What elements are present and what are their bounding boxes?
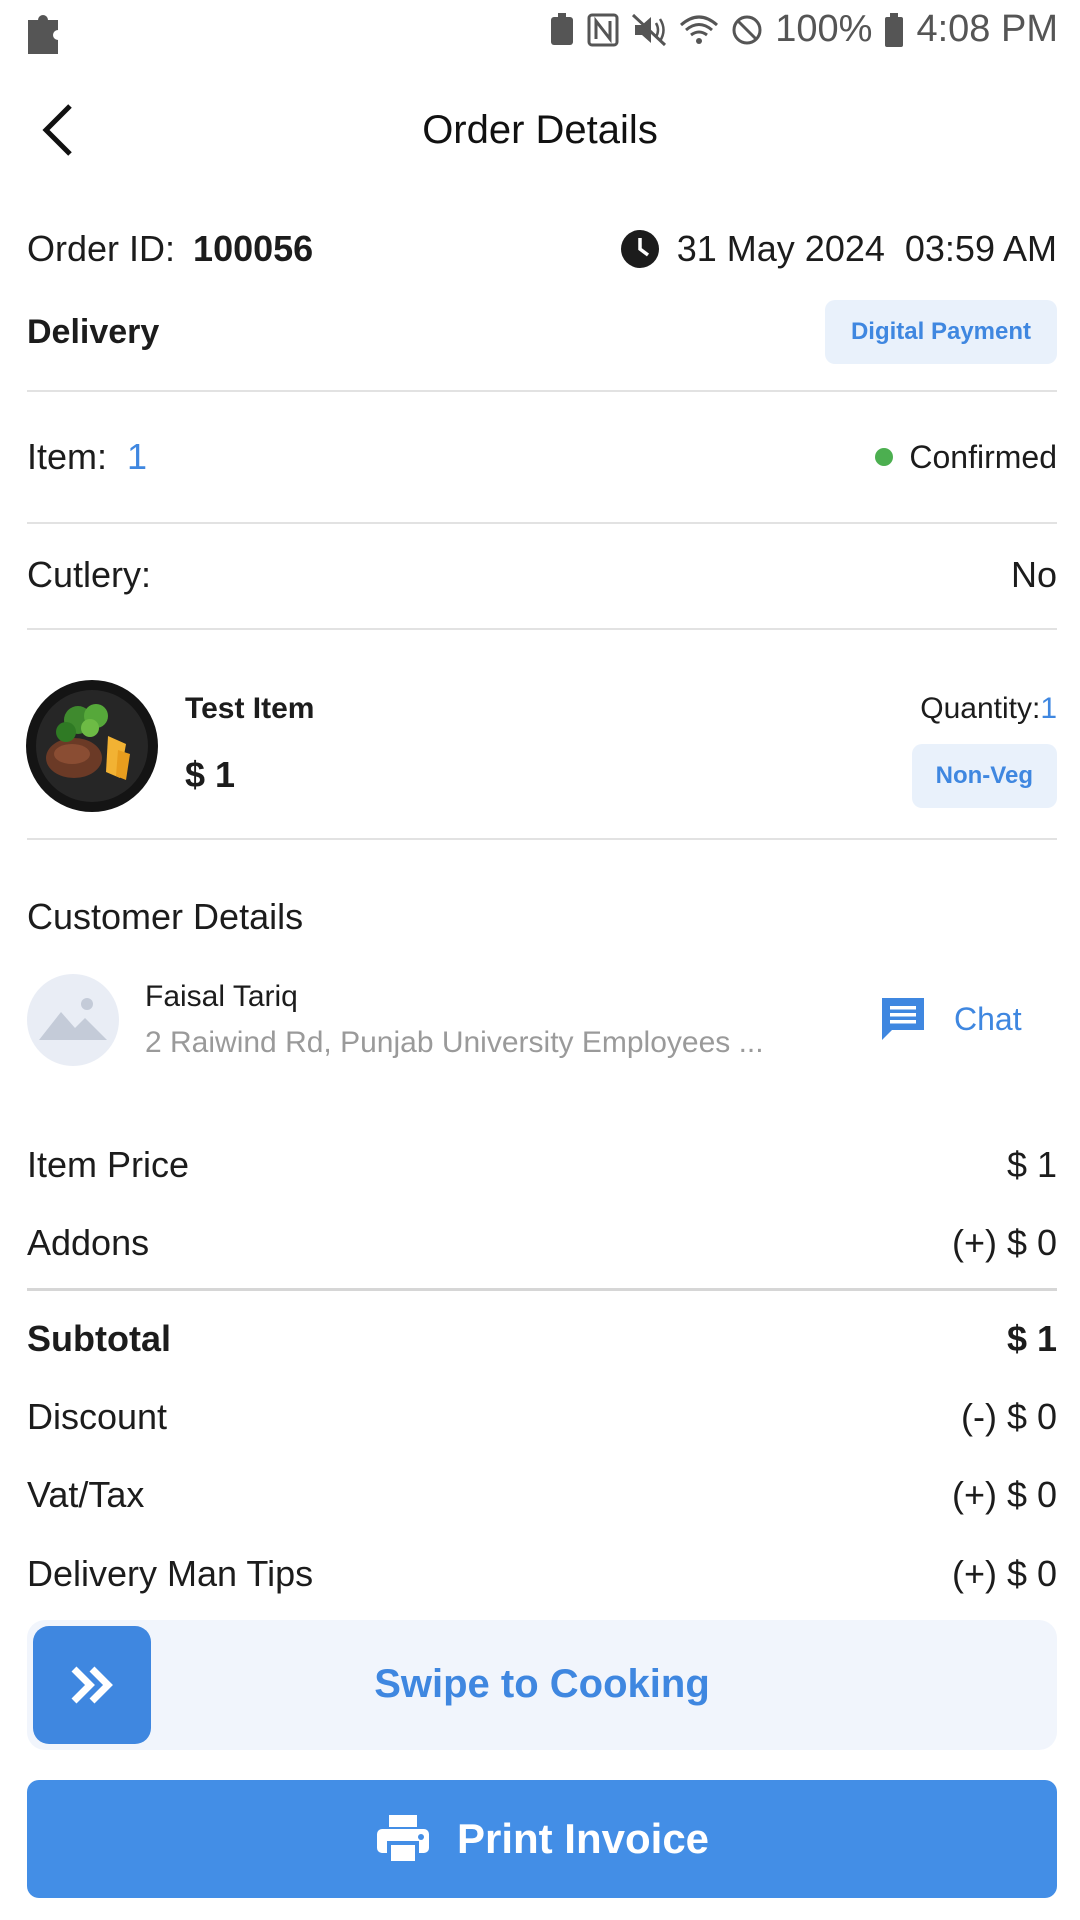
food-type-badge: Non-Veg	[911, 744, 1057, 808]
item-price-value: $ 1	[1006, 1144, 1057, 1185]
customer-name: Faisal Tariq	[145, 980, 298, 1013]
chat-button[interactable]: Chat	[878, 994, 1022, 1044]
order-id-value: 100056	[193, 228, 314, 269]
subtotal-value: $ 1	[1006, 1318, 1057, 1359]
tips-row: Delivery Man Tips (+) $ 0	[27, 1553, 1057, 1595]
top-app-bar: Order Details	[0, 64, 1080, 194]
order-type: Delivery	[27, 312, 160, 351]
wifi-icon	[680, 15, 719, 44]
item-quantity: Quantity:1	[920, 692, 1057, 726]
tips-value: (+) $ 0	[951, 1553, 1057, 1594]
do-not-disturb-icon	[732, 15, 762, 44]
battery-percent: 100%	[775, 8, 873, 50]
status-bar: 100% 4:08 PM	[0, 0, 1080, 64]
battery-icon	[885, 12, 904, 47]
subtotal-row: Subtotal $ 1	[27, 1318, 1057, 1360]
addons-label: Addons	[27, 1222, 150, 1263]
divider	[27, 522, 1057, 524]
printer-icon	[376, 1815, 429, 1865]
customer-address: 2 Raiwind Rd, Punjab University Employee…	[145, 1026, 764, 1059]
item-image	[26, 680, 158, 812]
nfc-icon	[587, 13, 619, 46]
vat-row: Vat/Tax (+) $ 0	[27, 1474, 1057, 1516]
quantity-value: 1	[1040, 692, 1057, 725]
swipe-label: Swipe to Cooking	[374, 1662, 710, 1706]
delivery-row: Delivery Digital Payment	[27, 300, 1057, 364]
addons-row: Addons (+) $ 0	[27, 1222, 1057, 1264]
item-count: 1	[127, 436, 148, 477]
item-price-row: Item Price $ 1	[27, 1144, 1057, 1186]
battery-saver-icon	[551, 12, 574, 45]
order-status: Confirmed	[909, 438, 1057, 475]
status-dot-icon	[875, 448, 894, 466]
payment-badge: Digital Payment	[824, 300, 1057, 364]
discount-row: Discount (-) $ 0	[27, 1396, 1057, 1438]
vat-value: (+) $ 0	[951, 1474, 1057, 1515]
app-notification-icon	[22, 10, 64, 61]
quantity-label: Quantity:	[920, 692, 1041, 725]
chat-label: Chat	[954, 1000, 1022, 1037]
item-label: Item:	[27, 436, 108, 477]
item-count-row: Item: 1 Confirmed	[27, 434, 1057, 480]
divider	[27, 390, 1057, 392]
item-price-label: Item Price	[27, 1144, 190, 1185]
tips-label: Delivery Man Tips	[27, 1553, 314, 1594]
item-name: Test Item	[185, 692, 315, 725]
order-id-label: Order ID:	[27, 228, 176, 269]
mute-icon	[632, 13, 667, 46]
addons-value: (+) $ 0	[951, 1222, 1057, 1263]
subtotal-label: Subtotal	[27, 1318, 171, 1359]
item-price: $ 1	[185, 754, 236, 795]
cutlery-value: No	[1010, 554, 1057, 595]
customer-avatar	[27, 974, 119, 1066]
divider	[27, 838, 1057, 840]
vat-label: Vat/Tax	[27, 1474, 145, 1515]
cutlery-label: Cutlery:	[27, 554, 152, 595]
divider	[27, 1288, 1057, 1291]
swipe-to-cooking-track[interactable]: Swipe to Cooking	[27, 1620, 1057, 1750]
discount-label: Discount	[27, 1396, 168, 1437]
page-title: Order Details	[422, 108, 658, 152]
clock-icon	[620, 230, 659, 268]
print-invoice-button[interactable]: Print Invoice	[27, 1780, 1057, 1898]
customer-section-title: Customer Details	[27, 896, 304, 937]
order-id-row: Order ID: 100056 31 May 2024 03:59 AM	[27, 226, 1057, 272]
cutlery-row: Cutlery: No	[27, 552, 1057, 598]
order-time: 03:59 AM	[904, 228, 1057, 269]
chat-icon	[882, 998, 924, 1040]
order-date: 31 May 2024	[676, 228, 885, 269]
print-invoice-label: Print Invoice	[456, 1815, 710, 1862]
divider	[27, 628, 1057, 630]
discount-value: (-) $ 0	[960, 1396, 1057, 1437]
clock: 4:08 PM	[916, 8, 1058, 50]
